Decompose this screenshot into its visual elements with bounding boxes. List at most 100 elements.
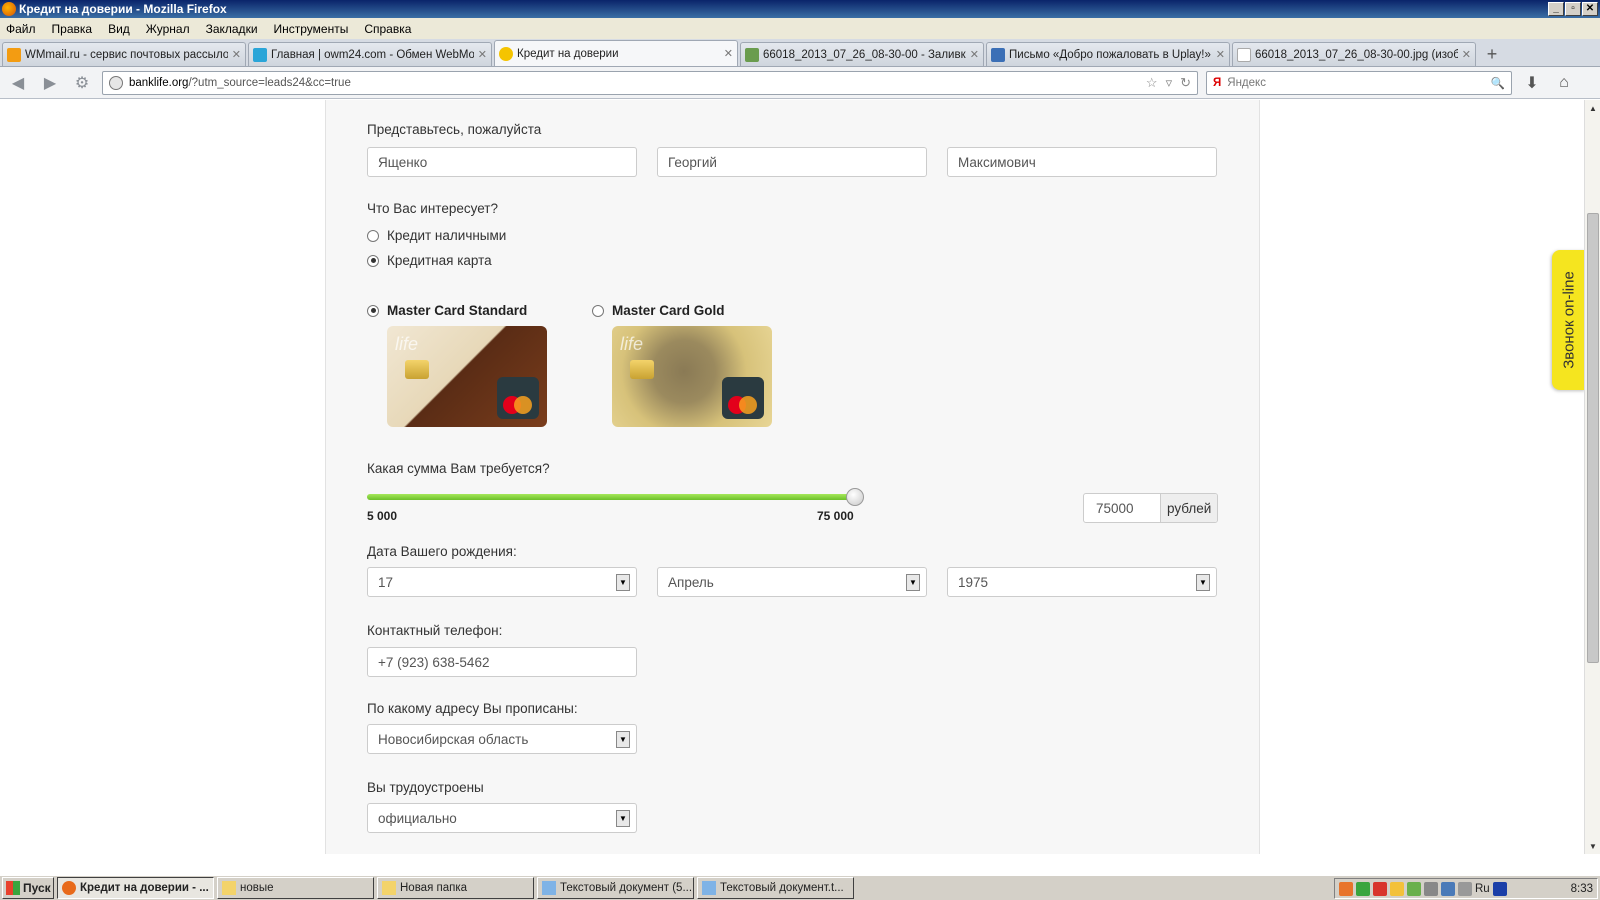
firefox-icon: [62, 881, 76, 895]
search-icon[interactable]: 🔍: [1491, 76, 1505, 90]
chip-icon: [630, 360, 654, 379]
minimize-button[interactable]: _: [1548, 2, 1564, 16]
bookmarks-icon[interactable]: ⚙: [70, 71, 94, 95]
option-credit-card[interactable]: Кредитная карта: [367, 253, 492, 268]
close-icon[interactable]: ✕: [1462, 48, 1471, 61]
scroll-up-icon[interactable]: ▲: [1585, 100, 1600, 116]
tab-uplay-mail[interactable]: Письмо «Добро пожаловать в Uplay!» ... ✕: [986, 42, 1230, 66]
menu-file[interactable]: Файл: [6, 22, 36, 36]
menu-history[interactable]: Журнал: [146, 22, 190, 36]
system-tray: Ru 8:33: [1334, 878, 1598, 899]
tab-label: Кредит на доверии: [517, 47, 619, 60]
amount-slider-handle[interactable]: [846, 488, 864, 506]
mastercard-gold-image[interactable]: life: [612, 326, 772, 427]
patronymic-field[interactable]: Максимович: [947, 147, 1217, 177]
callback-online-button[interactable]: Звонок on-line: [1552, 250, 1584, 390]
dob-day-select[interactable]: 17 ▼: [367, 567, 637, 597]
tab-label: Главная | owm24.com - Обмен WebMon...: [271, 48, 474, 61]
notepad-icon: [542, 881, 556, 895]
chevron-down-icon[interactable]: ▿: [1166, 75, 1173, 91]
dob-year-select[interactable]: 1975 ▼: [947, 567, 1217, 597]
menu-tools[interactable]: Инструменты: [274, 22, 349, 36]
forward-icon[interactable]: ▶: [38, 71, 62, 95]
first-name-field[interactable]: Георгий: [657, 147, 927, 177]
option-cash-credit[interactable]: Кредит наличными: [367, 228, 506, 243]
tray-network-icon[interactable]: [1390, 881, 1404, 896]
menu-help[interactable]: Справка: [364, 22, 411, 36]
phone-field[interactable]: +7 (923) 638-5462: [367, 647, 637, 677]
scroll-down-icon[interactable]: ▼: [1585, 838, 1600, 854]
close-icon[interactable]: ✕: [724, 47, 733, 60]
search-input[interactable]: Яндекс: [1227, 77, 1484, 89]
task-folder-new-folder[interactable]: Новая папка: [377, 877, 534, 899]
amount-input-group: 75000 рублей: [1083, 493, 1219, 523]
close-icon[interactable]: ✕: [970, 48, 979, 61]
address-select[interactable]: Новосибирская область ▼: [367, 724, 637, 754]
mail-favicon: [991, 47, 1005, 62]
radio-card-standard[interactable]: [367, 304, 379, 317]
chevron-down-icon[interactable]: ▼: [616, 731, 630, 748]
radio-credit-card[interactable]: [367, 254, 379, 267]
tab-jpg-file[interactable]: 66018_2013_07_26_08-30-00.jpg (изоб... ✕: [1232, 42, 1476, 66]
reload-icon[interactable]: ↻: [1180, 75, 1191, 91]
home-icon[interactable]: ⌂: [1552, 71, 1576, 95]
menu-bookmarks[interactable]: Закладки: [206, 22, 258, 36]
restore-button[interactable]: ▫: [1565, 2, 1581, 16]
download-icon[interactable]: ⬇: [1520, 71, 1544, 95]
search-bar[interactable]: Я Яндекс 🔍: [1206, 70, 1512, 95]
radio-card-gold[interactable]: [592, 304, 604, 317]
window-title: Кредит на доверии - Mozilla Firefox: [19, 2, 227, 16]
amount-input[interactable]: 75000: [1084, 494, 1160, 522]
wmmail-favicon: [7, 47, 21, 62]
option-label: Кредитная карта: [387, 253, 492, 268]
start-button[interactable]: Пуск: [2, 877, 54, 899]
task-notepad-2[interactable]: Текстовый документ.t...: [697, 877, 854, 899]
language-indicator[interactable]: Ru: [1475, 883, 1490, 895]
tray-volume-icon[interactable]: [1458, 881, 1472, 896]
amount-min-label: 5 000: [367, 509, 398, 523]
card-option-standard[interactable]: Master Card Standard: [367, 303, 527, 318]
notepad-icon: [702, 881, 716, 895]
task-notepad-1[interactable]: Текстовый документ (5...: [537, 877, 694, 899]
task-label: Новая папка: [400, 882, 468, 894]
back-icon[interactable]: ◀: [6, 71, 30, 95]
chevron-down-icon[interactable]: ▼: [906, 574, 920, 591]
tray-grid-icon[interactable]: [1424, 881, 1438, 896]
yandex-icon[interactable]: Я: [1213, 77, 1221, 89]
close-window-button[interactable]: ✕: [1582, 2, 1598, 16]
close-icon[interactable]: ✕: [232, 48, 241, 61]
tab-image-upload[interactable]: 66018_2013_07_26_08-30-00 - Заливка... ✕: [740, 42, 984, 66]
tray-agent-icon[interactable]: [1407, 881, 1421, 896]
star-icon[interactable]: ☆: [1146, 75, 1158, 91]
surname-field[interactable]: Ященко: [367, 147, 637, 177]
url-bar[interactable]: banklife.org/?utm_source=leads24&cc=true…: [102, 70, 1198, 95]
amount-slider-track[interactable]: [367, 494, 855, 500]
menu-view[interactable]: Вид: [108, 22, 130, 36]
dob-month-select[interactable]: Апрель ▼: [657, 567, 927, 597]
mastercard-standard-image[interactable]: life: [387, 326, 547, 427]
mastercard-logo-icon: [722, 377, 764, 419]
card-option-gold[interactable]: Master Card Gold: [592, 303, 725, 318]
new-tab-button[interactable]: +: [1478, 42, 1506, 66]
tray-app-icon[interactable]: [1339, 881, 1353, 896]
chevron-down-icon[interactable]: ▼: [616, 810, 630, 827]
tray-antivirus-icon[interactable]: [1373, 881, 1387, 896]
task-firefox[interactable]: Кредит на доверии - ...: [57, 877, 214, 899]
tab-wmmail[interactable]: WMmail.ru - сервис почтовых рассылок... …: [2, 42, 246, 66]
scroll-thumb[interactable]: [1587, 213, 1599, 663]
radio-cash-credit[interactable]: [367, 229, 379, 242]
dob-year-value: 1975: [958, 574, 989, 590]
chevron-down-icon[interactable]: ▼: [616, 574, 630, 591]
tray-media-icon[interactable]: [1492, 881, 1507, 896]
tray-display-icon[interactable]: [1441, 881, 1455, 896]
close-icon[interactable]: ✕: [1216, 48, 1225, 61]
vertical-scrollbar[interactable]: ▲ ▼: [1584, 100, 1600, 854]
chevron-down-icon[interactable]: ▼: [1196, 574, 1210, 591]
task-folder-new[interactable]: новые: [217, 877, 374, 899]
close-icon[interactable]: ✕: [478, 48, 487, 61]
employment-select[interactable]: официально ▼: [367, 803, 637, 833]
tray-shield-icon[interactable]: [1356, 881, 1370, 896]
tab-credit[interactable]: Кредит на доверии ✕: [494, 40, 738, 66]
menu-edit[interactable]: Правка: [52, 22, 93, 36]
tab-owm24[interactable]: Главная | owm24.com - Обмен WebMon... ✕: [248, 42, 492, 66]
